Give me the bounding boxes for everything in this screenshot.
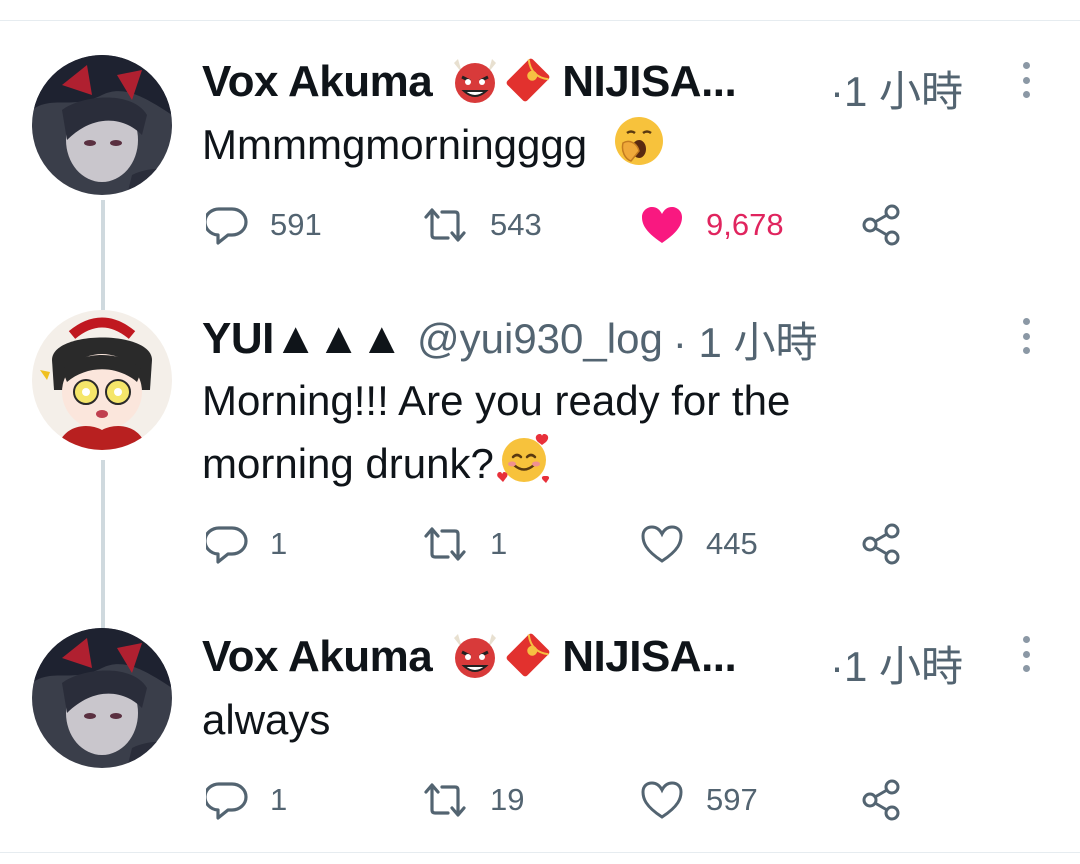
tweet-timestamp[interactable]: ·1 小時 — [830, 58, 963, 119]
tweet-text: always — [202, 696, 331, 743]
retweet-button[interactable]: 543 — [422, 205, 542, 245]
author-name-suffix[interactable]: NIJISA... — [562, 57, 737, 107]
bottom-divider — [0, 852, 1080, 853]
retweet-count: 1 — [490, 526, 508, 561]
reply-button[interactable]: 591 — [206, 205, 322, 245]
smiling-face-with-hearts-emoji-icon — [496, 432, 552, 505]
tweet-header: Vox Akuma NIJISA... — [202, 630, 737, 685]
author-name[interactable]: YUI▲▲▲ — [202, 314, 404, 364]
reply-icon — [206, 526, 248, 564]
avatar[interactable] — [32, 310, 172, 450]
ogre-emoji-icon — [448, 55, 502, 110]
reply-button[interactable]: 1 — [206, 780, 287, 820]
yawning-face-emoji-icon — [613, 115, 665, 184]
like-count: 445 — [706, 526, 758, 561]
more-options-icon[interactable] — [1018, 62, 1034, 98]
reply-icon — [206, 207, 248, 245]
retweet-icon — [424, 527, 466, 561]
reply-button[interactable]: 1 — [206, 524, 287, 564]
like-count: 9,678 — [706, 207, 784, 242]
heart-filled-icon — [642, 207, 682, 243]
retweet-icon — [424, 783, 466, 817]
reply-count: 591 — [270, 207, 322, 242]
like-count: 597 — [706, 782, 758, 817]
retweet-button[interactable]: 1 — [422, 524, 507, 564]
red-envelope-icon — [504, 631, 552, 684]
like-button[interactable]: 9,678 — [640, 205, 784, 245]
share-icon — [862, 523, 900, 565]
author-name[interactable]: Vox Akuma — [202, 632, 433, 682]
tweet-header: Vox Akuma NIJISA... — [202, 55, 737, 110]
avatar[interactable] — [32, 628, 172, 768]
share-button[interactable] — [860, 204, 902, 246]
red-envelope-icon — [504, 56, 552, 109]
share-button[interactable] — [860, 523, 902, 565]
reply-count: 1 — [270, 526, 288, 561]
tweet-actions: 1 19 597 — [200, 779, 920, 821]
tweet-actions: 1 1 445 — [200, 523, 920, 565]
share-button[interactable] — [860, 779, 902, 821]
author-handle[interactable]: @yui930_log — [417, 315, 663, 363]
retweet-icon — [424, 208, 466, 242]
reply-count: 1 — [270, 782, 288, 817]
tweet[interactable]: YUI▲▲▲ @yui930_log · 1 小時 Morning!!! Are… — [0, 290, 1080, 600]
avatar[interactable] — [32, 55, 172, 195]
share-icon — [862, 779, 900, 821]
retweet-count: 19 — [490, 782, 525, 817]
tweet[interactable]: Vox Akuma NIJISA... ·1 小時 Mmmmgmorninggg… — [0, 0, 1080, 290]
retweet-button[interactable]: 19 — [422, 780, 524, 820]
tweet-timestamp[interactable]: · 1 小時 — [673, 309, 818, 370]
tweet-timestamp[interactable]: ·1 小時 — [830, 633, 963, 694]
share-icon — [862, 204, 900, 246]
like-button[interactable]: 445 — [640, 524, 758, 564]
ogre-emoji-icon — [448, 630, 502, 685]
heart-outline-icon — [641, 781, 683, 819]
more-options-icon[interactable] — [1018, 318, 1034, 354]
tweet-text: Morning!!! Are you ready for the morning… — [202, 370, 1022, 505]
reply-icon — [206, 782, 248, 820]
author-name[interactable]: Vox Akuma — [202, 57, 433, 107]
like-button[interactable]: 597 — [640, 780, 758, 820]
heart-outline-icon — [641, 525, 683, 563]
retweet-count: 543 — [490, 207, 542, 242]
tweet-text: Mmmmgmorningggg — [202, 114, 1022, 184]
more-options-icon[interactable] — [1018, 636, 1034, 672]
author-name-suffix[interactable]: NIJISA... — [562, 632, 737, 682]
tweet[interactable]: Vox Akuma NIJISA... ·1 小時 always 1 19 59… — [0, 600, 1080, 852]
tweet-actions: 591 543 9,678 — [200, 204, 920, 246]
tweet-header: YUI▲▲▲ @yui930_log · 1 小時 — [202, 314, 818, 366]
